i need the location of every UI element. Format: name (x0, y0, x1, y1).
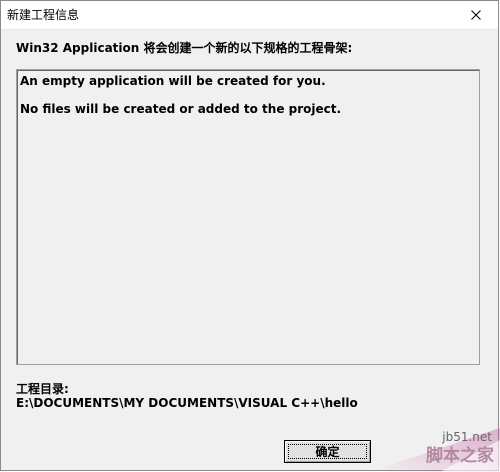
project-directory-label: 工程目录: (16, 382, 69, 396)
description-header: Win32 Application 将会创建一个新的以下规格的工程骨架: (16, 41, 353, 55)
project-info-box[interactable]: An empty application will be created for… (16, 69, 480, 365)
title-bar[interactable]: 新建工程信息 (1, 1, 498, 30)
info-message: An empty application will be created for… (20, 74, 326, 88)
ok-button[interactable]: 确定 (284, 440, 371, 463)
ok-button-label: 确定 (315, 445, 340, 459)
dialog-window: 新建工程信息 Win32 Application 将会创建一个新的以下规格的工程… (0, 0, 499, 471)
close-icon (471, 10, 481, 20)
project-directory-path: E:\DOCUMENTS\MY DOCUMENTS\VISUAL C++\hel… (16, 396, 358, 410)
close-button[interactable] (454, 1, 498, 29)
info-message: No files will be created or added to the… (20, 102, 342, 116)
window-title: 新建工程信息 (7, 8, 80, 22)
